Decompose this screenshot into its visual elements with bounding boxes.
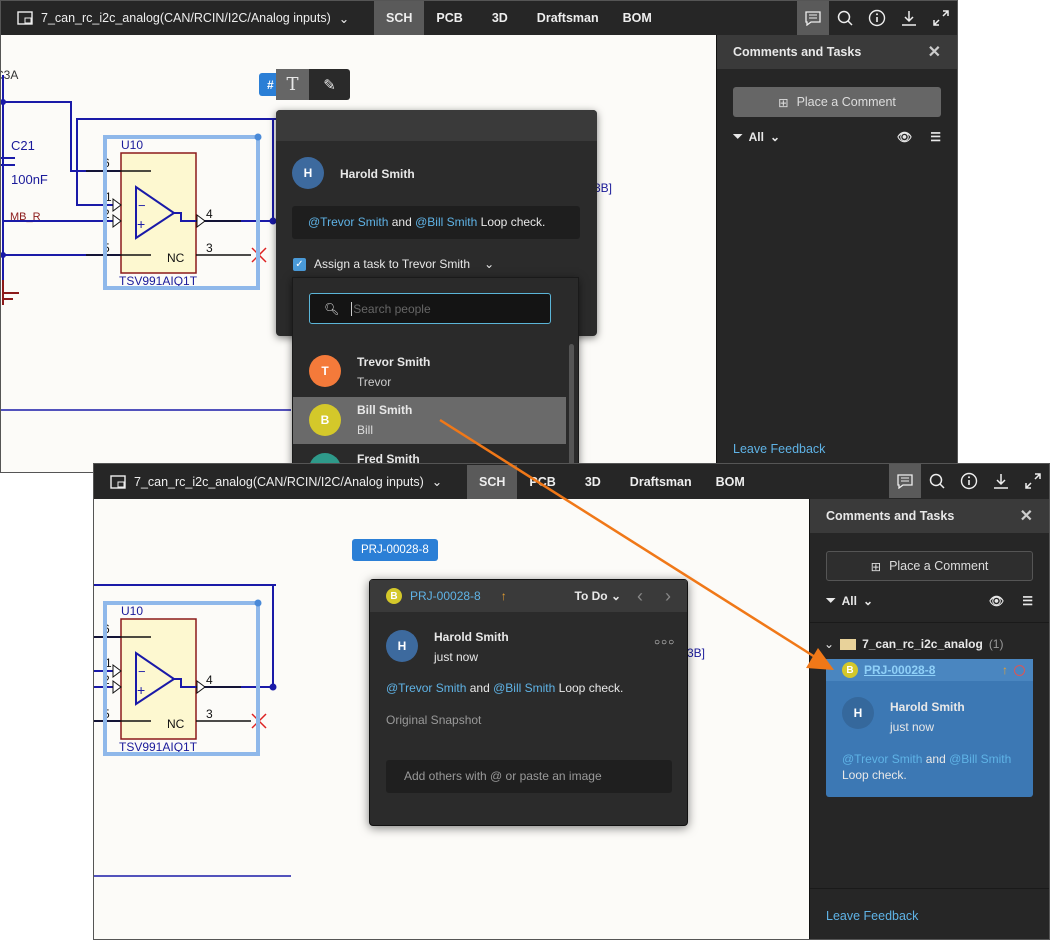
annotation-arrow	[439, 418, 834, 670]
